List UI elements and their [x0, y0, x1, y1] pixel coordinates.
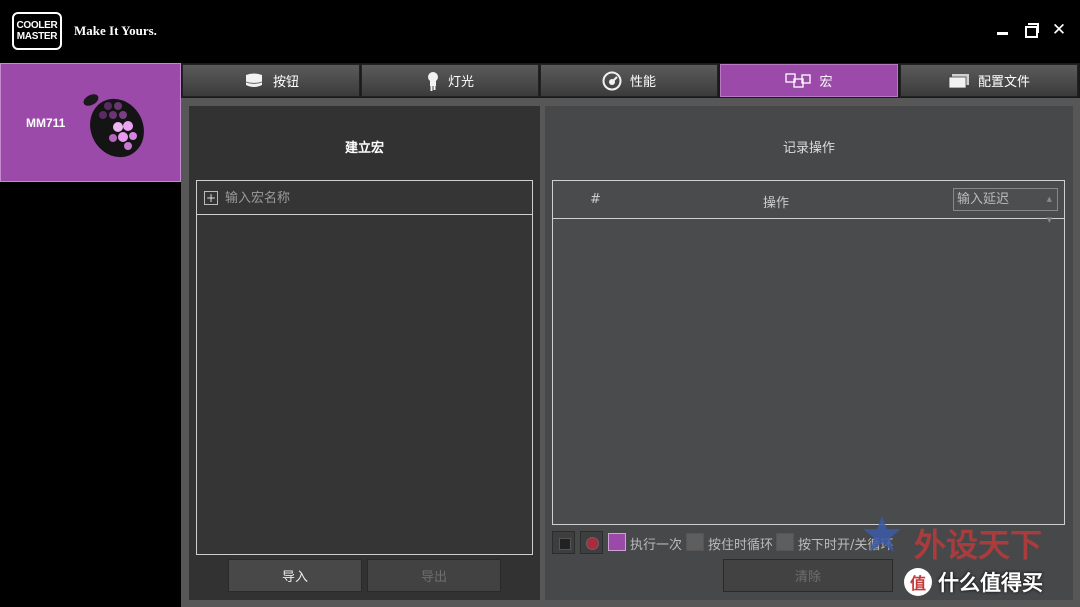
- tab-label: 按钮: [272, 75, 299, 90]
- tab-buttons[interactable]: 按钮: [182, 64, 360, 97]
- tab-lighting[interactable]: 灯光: [361, 64, 539, 97]
- cooler-master-logo: COOLER MASTER: [12, 12, 62, 50]
- action-table: # 操作 输入延迟 ▲ ▼: [552, 180, 1065, 525]
- record-button[interactable]: [580, 531, 603, 554]
- panel-title: 建立宏: [344, 141, 384, 156]
- column-number: #: [590, 192, 601, 207]
- toggle-loop-label: 按下时开/关循环: [798, 538, 894, 553]
- tab-label: 性能: [629, 75, 656, 90]
- tab-performance[interactable]: 性能: [540, 64, 718, 97]
- tab-macro[interactable]: 宏: [720, 64, 898, 97]
- run-once-checkbox[interactable]: [608, 533, 626, 551]
- gauge-icon: [602, 71, 622, 91]
- tab-label: 灯光: [447, 75, 474, 90]
- clear-button[interactable]: 清除: [723, 559, 893, 592]
- device-name: MM711: [26, 116, 66, 130]
- stop-button[interactable]: [552, 531, 575, 554]
- record-controls: 执行一次 按住时循环 按下时开/关循环: [552, 531, 1065, 555]
- toggle-loop-checkbox[interactable]: [776, 533, 794, 551]
- tab-label: 宏: [819, 75, 833, 90]
- loop-while-held-label: 按住时循环: [708, 538, 774, 553]
- column-action: 操作: [763, 196, 790, 211]
- export-button[interactable]: 导出: [367, 559, 501, 592]
- add-macro-icon[interactable]: +: [204, 191, 218, 205]
- tab-profiles[interactable]: 配置文件: [900, 64, 1078, 97]
- bulb-icon: [426, 71, 440, 91]
- tab-bar: 按钮 灯光 性能 宏 配置文件: [181, 63, 1080, 98]
- close-icon[interactable]: ✕: [1051, 22, 1067, 39]
- action-table-header: # 操作 输入延迟 ▲ ▼: [553, 181, 1064, 224]
- logo-line-1: COOLER: [16, 20, 58, 31]
- macro-icon: [785, 72, 812, 89]
- delay-placeholder: 输入延迟: [957, 192, 1010, 207]
- spin-arrows-icon[interactable]: ▲ ▼: [1047, 189, 1052, 231]
- slogan: Make It Yours.: [74, 23, 157, 38]
- mouse-image: [83, 94, 144, 158]
- minimize-icon[interactable]: [995, 22, 1011, 38]
- mouse-button-icon: [243, 72, 265, 90]
- logo-line-2: MASTER: [16, 31, 58, 42]
- import-button[interactable]: 导入: [228, 559, 362, 592]
- macro-name-input[interactable]: [225, 187, 525, 209]
- macro-list: +: [196, 180, 533, 555]
- macro-list-header: +: [197, 181, 532, 215]
- loop-while-held-checkbox[interactable]: [686, 533, 704, 551]
- record-actions-panel: 记录操作 # 操作 输入延迟 ▲ ▼ 执行一次 按住时循环 按下时开/关循环 清除: [545, 106, 1073, 600]
- title-bar: COOLER MASTER Make It Yours. ✕: [0, 0, 1080, 63]
- delay-input[interactable]: 输入延迟 ▲ ▼: [953, 188, 1058, 224]
- maximize-icon[interactable]: [1024, 22, 1040, 38]
- tab-label: 配置文件: [977, 75, 1030, 90]
- run-once-label: 执行一次: [630, 538, 683, 553]
- panel-title: 记录操作: [782, 141, 835, 156]
- profile-icon: [948, 73, 970, 89]
- create-macro-panel: 建立宏 + 导入 导出: [189, 106, 540, 600]
- device-card-mm711[interactable]: MM711: [0, 63, 181, 182]
